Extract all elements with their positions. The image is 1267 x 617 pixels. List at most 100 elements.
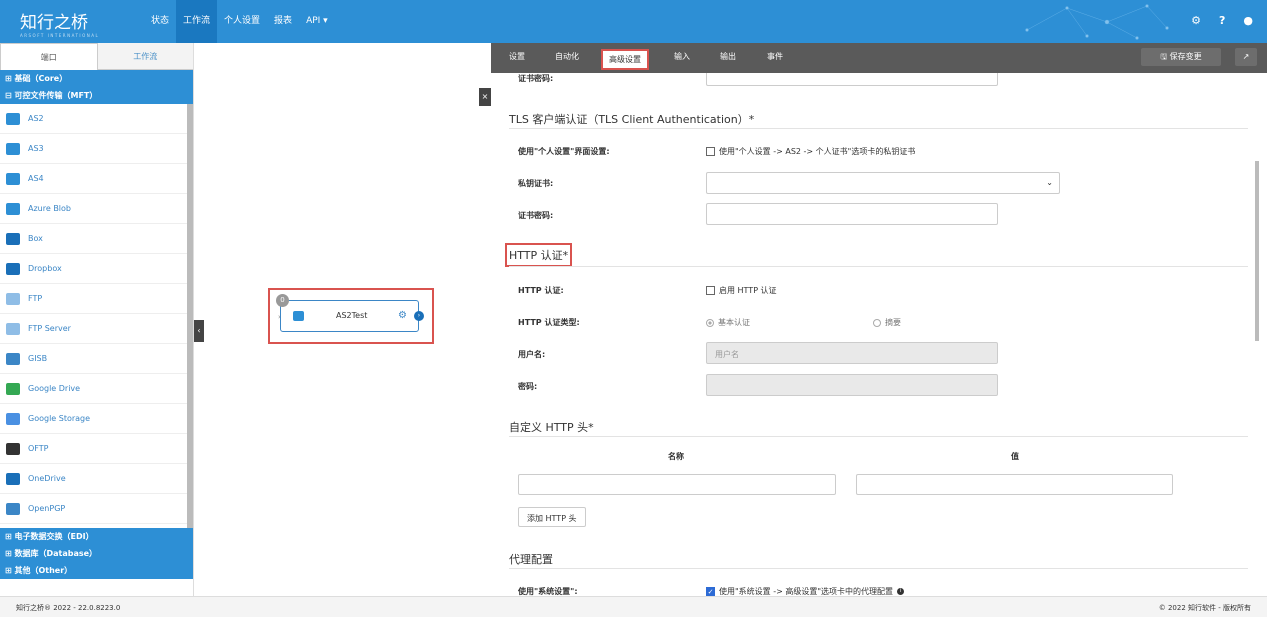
connector-item[interactable]: OpenPGP (0, 494, 187, 524)
footer-copyright: © 2022 知行软件 - 版权所有 (1158, 604, 1251, 612)
tab-advanced[interactable]: 高级设置 (601, 49, 649, 70)
header-name-column: 名称 (668, 452, 684, 461)
private-cert-label: 私钥证书: (518, 179, 554, 188)
radio-selected-icon[interactable] (706, 318, 714, 327)
tls-use-profile-text: 使用"个人设置 -> AS2 -> 个人证书"选项卡的私钥证书 (719, 147, 916, 156)
checkbox-icon[interactable] (706, 147, 715, 156)
workflow-node-as2test[interactable]: 0 › AS2Test ⚙ › (276, 294, 424, 332)
divider (509, 436, 1248, 437)
tab-settings[interactable]: 设置 (509, 51, 525, 62)
connector-item[interactable]: AS4 (0, 164, 187, 194)
nav-status[interactable]: 状态 (144, 0, 176, 43)
divider (509, 568, 1248, 569)
auth-type-basic-radio[interactable]: 基本认证 (706, 317, 750, 328)
http-auth-type-label: HTTP 认证类型: (518, 318, 580, 327)
custom-headers-section-title: 自定义 HTTP 头* (509, 421, 594, 434)
help-icon[interactable]: ? (1219, 14, 1225, 27)
advanced-settings-form: 证书密码: TLS 客户端认证（TLS Client Authenticatio… (491, 73, 1251, 596)
connector-item[interactable]: GISB (0, 344, 187, 374)
header-name-input[interactable] (518, 474, 836, 495)
google-drive-icon (6, 382, 20, 395)
checkbox-checked-icon[interactable]: ✓ (706, 587, 715, 596)
category-core[interactable]: ⊞ 基础（Core） (0, 70, 193, 87)
category-other[interactable]: ⊞ 其他（Other） (0, 562, 193, 579)
nav-profile[interactable]: 个人设置 (217, 0, 267, 43)
category-edi[interactable]: ⊞ 电子数据交换（EDI） (0, 528, 193, 545)
password-input[interactable] (706, 374, 998, 396)
cert-password-input[interactable] (706, 203, 998, 225)
category-mft[interactable]: ⊟ 可控文件传输（MFT） (0, 87, 193, 104)
username-label: 用户名: (518, 350, 546, 359)
as3-icon (6, 142, 20, 155)
tab-output[interactable]: 输出 (720, 51, 736, 62)
auth-type-basic-text: 基本认证 (718, 318, 750, 327)
tab-events[interactable]: 事件 (767, 51, 783, 62)
username-input[interactable]: 用户名 (706, 342, 998, 364)
panel-scrollbar[interactable] (1255, 73, 1259, 596)
nav-api[interactable]: API ▾ (299, 0, 335, 43)
nav-reports[interactable]: 报表 (267, 0, 299, 43)
password-label: 密码: (518, 382, 538, 391)
node-label: AS2Test (336, 311, 368, 320)
connector-label: Dropbox (28, 264, 62, 273)
app-logo-subtext: ARSOFT INTERNATIONAL (20, 33, 100, 38)
google-storage-icon (6, 412, 20, 425)
connector-item[interactable]: AS2 (0, 104, 187, 134)
connector-label: FTP (28, 294, 43, 303)
node-count-badge: 0 (276, 294, 289, 307)
close-panel-button[interactable]: × (479, 88, 491, 106)
connector-item[interactable]: Azure Blob (0, 194, 187, 224)
as2-icon (6, 112, 20, 125)
connector-item[interactable]: OneDrive (0, 464, 187, 494)
header-value-input[interactable] (856, 474, 1173, 495)
box-icon (6, 232, 20, 245)
settings-tabs: 设置 自动化 高级设置 输入 输出 事件 🖫 保存变更 ↗ (491, 43, 1267, 73)
connector-item[interactable]: FTP (0, 284, 187, 314)
input-port-icon[interactable]: › (278, 313, 281, 321)
category-database[interactable]: ⊞ 数据库（Database） (0, 545, 193, 562)
connector-item[interactable]: Box (0, 224, 187, 254)
http-auth-section-title: HTTP 认证* (505, 243, 573, 267)
connector-item[interactable]: FTP Server (0, 314, 187, 344)
oftp-icon (6, 442, 20, 455)
app-logo[interactable]: 知行之桥 ARSOFT INTERNATIONAL (20, 8, 99, 38)
tab-workflows[interactable]: 工作流 (97, 43, 193, 70)
connector-item[interactable]: OFTP (0, 434, 187, 464)
checkbox-icon[interactable] (706, 286, 715, 295)
output-port-icon[interactable]: › (414, 311, 424, 321)
connector-item[interactable]: Google Drive (0, 374, 187, 404)
connector-item[interactable]: AS3 (0, 134, 187, 164)
connector-list[interactable]: AS2 AS3 AS4 Azure Blob Box Dropbox FTP FTP Serv… (0, 104, 193, 528)
http-auth-enable-checkbox[interactable]: 启用 HTTP 认证 (706, 285, 777, 296)
proxy-use-system-checkbox[interactable]: ✓ 使用"系统设置 -> 高级设置"选项卡中的代理配置 i (706, 586, 905, 596)
connector-item[interactable]: Google Storage (0, 404, 187, 434)
divider (509, 128, 1248, 129)
collapse-sidebar-button[interactable]: ‹ (194, 320, 204, 342)
scrollbar-thumb[interactable] (1255, 161, 1259, 341)
tab-ports[interactable]: 端口 (0, 43, 98, 70)
open-external-button[interactable]: ↗ (1235, 48, 1257, 66)
nav-workflow[interactable]: 工作流 (176, 0, 218, 43)
gear-icon[interactable]: ⚙ (1191, 14, 1201, 27)
azure-blob-icon (6, 202, 20, 215)
proxy-section-title: 代理配置 (509, 553, 553, 566)
save-changes-button[interactable]: 🖫 保存变更 (1141, 48, 1221, 66)
add-http-header-button[interactable]: 添加 HTTP 头 (518, 507, 586, 527)
radio-icon[interactable] (873, 318, 881, 327)
app-logo-text: 知行之桥 (20, 13, 88, 33)
tls-use-profile-checkbox[interactable]: 使用"个人设置 -> AS2 -> 个人证书"选项卡的私钥证书 (706, 146, 915, 157)
cert-password-top-input[interactable] (706, 73, 998, 86)
private-cert-select[interactable]: ⌄ (706, 172, 1060, 194)
auth-type-digest-text: 摘要 (885, 318, 901, 327)
connector-item[interactable]: Dropbox (0, 254, 187, 284)
connector-label: Google Drive (28, 384, 81, 393)
auth-type-digest-radio[interactable]: 摘要 (873, 317, 901, 328)
tab-automation[interactable]: 自动化 (555, 51, 579, 62)
node-settings-gear-icon[interactable]: ⚙ (398, 310, 410, 322)
tab-input[interactable]: 输入 (674, 51, 690, 62)
openpgp-icon (6, 502, 20, 515)
header-value-column: 值 (1011, 452, 1019, 461)
info-icon[interactable]: i (897, 588, 905, 595)
user-icon[interactable]: ● (1243, 14, 1253, 27)
connector-label: AS2 (28, 114, 44, 123)
